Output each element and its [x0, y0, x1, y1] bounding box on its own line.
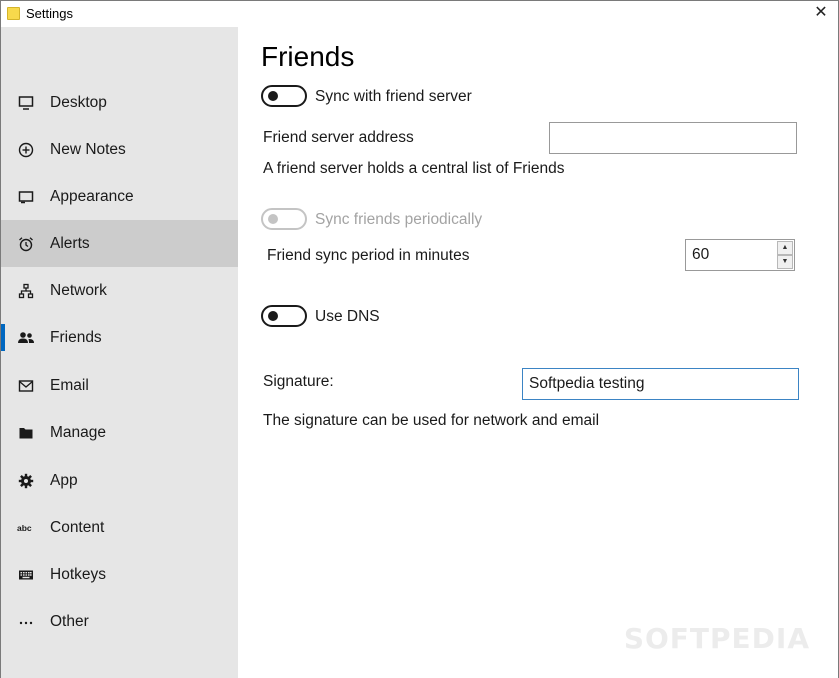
- sidebar-item-label: Appearance: [50, 187, 134, 205]
- sidebar-item-label: Network: [50, 281, 107, 299]
- svg-text:abc: abc: [17, 523, 32, 533]
- sidebar-item-label: Content: [50, 518, 105, 536]
- monitor-icon: [17, 94, 35, 112]
- sync-periodically-label: Sync friends periodically: [315, 211, 483, 228]
- folder-icon: [17, 424, 35, 442]
- sync-period-label: Friend sync period in minutes: [267, 247, 470, 264]
- sync-periodically-toggle[interactable]: [261, 208, 307, 230]
- sidebar-item-friends[interactable]: Friends: [1, 314, 238, 361]
- toggle-knob: [268, 214, 278, 224]
- sidebar-item-new-notes[interactable]: New Notes: [1, 126, 238, 173]
- add-circle-icon: [17, 141, 35, 159]
- signature-input[interactable]: [522, 368, 799, 400]
- alarm-clock-icon: [17, 235, 35, 253]
- server-address-input[interactable]: [549, 122, 797, 154]
- sidebar-item-manage[interactable]: Manage: [1, 409, 238, 456]
- sidebar-item-label: Desktop: [50, 93, 107, 111]
- server-address-label: Friend server address: [263, 129, 414, 146]
- sidebar-item-email[interactable]: Email: [1, 362, 238, 409]
- sidebar-item-label: Friends: [50, 328, 102, 346]
- use-dns-toggle[interactable]: [261, 305, 307, 327]
- sync-period-value[interactable]: 60: [692, 246, 709, 264]
- decrement-button[interactable]: ▼: [777, 255, 793, 269]
- mail-icon: [17, 377, 35, 395]
- sync-server-label: Sync with friend server: [315, 88, 472, 105]
- sticky-note-app-icon: [7, 7, 20, 20]
- sidebar: Desktop New Notes Appearance Alerts Netw: [1, 27, 238, 678]
- sync-server-toggle[interactable]: [261, 85, 307, 107]
- increment-button[interactable]: ▲: [777, 241, 793, 255]
- settings-content: Friends Sync with friend server Friend s…: [238, 27, 838, 678]
- title-bar: Settings ✕: [1, 1, 838, 27]
- sidebar-item-network[interactable]: Network: [1, 267, 238, 314]
- sync-period-stepper[interactable]: 60 ▲ ▼: [685, 239, 795, 271]
- sidebar-item-app[interactable]: App: [1, 457, 238, 504]
- page-title: Friends: [261, 41, 355, 72]
- window-title: Settings: [26, 6, 73, 21]
- sidebar-item-appearance[interactable]: Appearance: [1, 173, 238, 220]
- sidebar-item-label: Manage: [50, 423, 107, 441]
- abc-icon: abc: [17, 519, 35, 537]
- server-help-text: A friend server holds a central list of …: [263, 160, 565, 177]
- watermark: SOFTPEDIA: [623, 622, 810, 655]
- more-icon: [17, 613, 35, 631]
- keyboard-icon: [17, 566, 35, 584]
- selection-indicator: [1, 324, 5, 351]
- sidebar-item-label: Other: [50, 612, 89, 630]
- sidebar-item-label: App: [50, 471, 78, 489]
- sidebar-item-content[interactable]: abc Content: [1, 504, 238, 551]
- stepper-buttons: ▲ ▼: [777, 241, 793, 269]
- gear-icon: [17, 472, 35, 490]
- sidebar-item-label: Hotkeys: [50, 565, 106, 583]
- use-dns-label: Use DNS: [315, 308, 380, 325]
- network-icon: [17, 282, 35, 300]
- sidebar-item-hotkeys[interactable]: Hotkeys: [1, 551, 238, 598]
- settings-window: Settings ✕ Desktop New Notes Appearance: [0, 0, 839, 678]
- sidebar-item-label: Email: [50, 376, 89, 394]
- people-icon: [17, 329, 35, 347]
- signature-help-text: The signature can be used for network an…: [263, 412, 600, 429]
- toggle-knob: [268, 91, 278, 101]
- window-icon: [17, 188, 35, 206]
- toggle-knob: [268, 311, 278, 321]
- sidebar-item-alerts[interactable]: Alerts: [1, 220, 238, 267]
- sidebar-item-desktop[interactable]: Desktop: [1, 79, 238, 126]
- sidebar-item-other[interactable]: Other: [1, 598, 238, 645]
- sidebar-item-label: New Notes: [50, 140, 126, 158]
- close-button[interactable]: ✕: [804, 1, 838, 27]
- signature-label: Signature:: [263, 373, 334, 390]
- sidebar-item-label: Alerts: [50, 234, 90, 252]
